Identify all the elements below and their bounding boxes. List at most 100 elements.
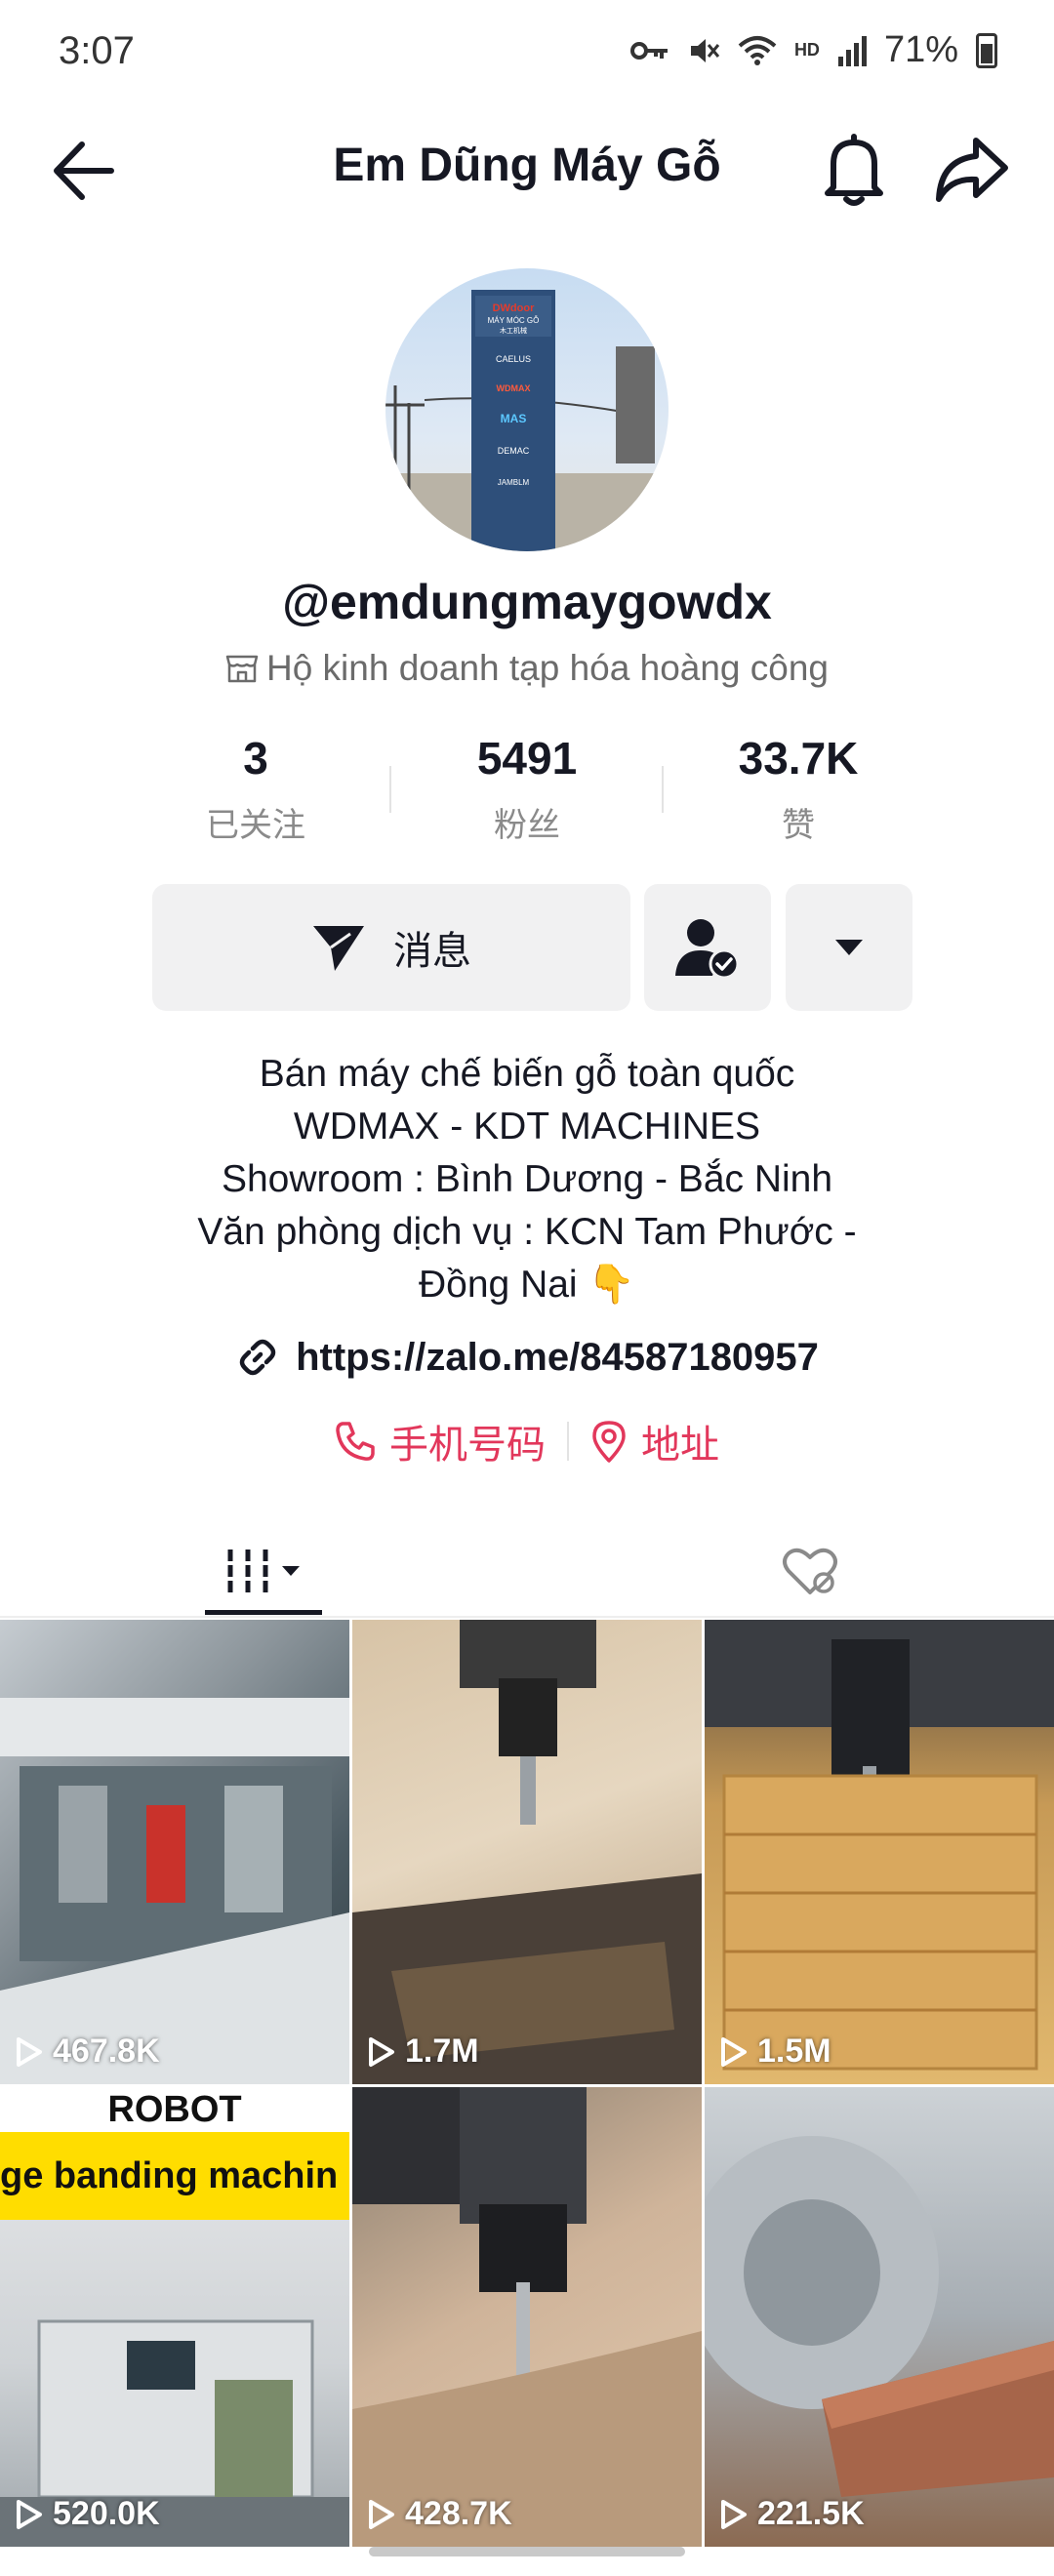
send-icon: [313, 926, 364, 971]
stat-likes-label: 赞: [782, 807, 815, 844]
play-icon: [721, 2036, 747, 2067]
status-time: 3:07: [59, 29, 135, 72]
play-icon: [17, 2499, 42, 2529]
mute-icon: [690, 38, 720, 62]
sign-line1: MÁY MÓC GỖ: [488, 316, 540, 325]
phone-icon: [336, 1422, 375, 1461]
stat-followers-label: 粉丝: [494, 807, 560, 844]
sign-logo-3: MAS: [501, 412, 527, 425]
notification-button[interactable]: [820, 133, 888, 207]
battery-icon: [976, 32, 997, 68]
home-indicator[interactable]: [369, 2547, 685, 2556]
sign-logo-2: WDMAX: [497, 383, 531, 393]
bio-line: Văn phòng dịch vụ : KCN Tam Phước -: [197, 1211, 857, 1253]
sign-logo-4: DEMAC: [498, 446, 530, 456]
view-count-text: 428.7K: [405, 2495, 512, 2532]
stat-followers-value: 5491: [476, 733, 578, 784]
thumbnail-image: [352, 1620, 702, 2084]
stat-following[interactable]: 3 已关注: [139, 732, 373, 846]
view-count: 520.0K: [16, 2495, 160, 2533]
location-pin-icon: [592, 1421, 626, 1463]
play-icon: [369, 2036, 394, 2067]
view-count: 1.7M: [368, 2033, 479, 2071]
stat-likes[interactable]: 33.7K 赞: [681, 732, 915, 846]
profile-link[interactable]: https://zalo.me/84587180957: [0, 1335, 1054, 1380]
message-label: 消息: [393, 930, 471, 973]
view-count: 1.5M: [720, 2033, 831, 2071]
active-tab-indicator: [205, 1610, 322, 1615]
address-label: 地址: [641, 1424, 719, 1467]
username: @emdungmaygowdx: [282, 575, 772, 629]
sign-line2: 木工机械: [500, 326, 527, 335]
view-count-text: 221.5K: [757, 2495, 865, 2532]
business-name: Hộ kinh doanh tạp hóa hoàng công: [265, 648, 830, 688]
view-count-text: 1.7M: [405, 2033, 479, 2070]
video-thumbnail[interactable]: 1.7M: [352, 1620, 702, 2084]
user-check-icon: [675, 919, 740, 980]
more-options-button[interactable]: [786, 884, 912, 1011]
address-link[interactable]: 地址: [590, 1413, 719, 1469]
caret-down-icon: [282, 1566, 300, 1576]
view-count-text: 520.0K: [53, 2495, 160, 2532]
stat-divider: [662, 766, 664, 813]
view-count-text: 1.5M: [757, 2033, 831, 2070]
page-title: Em Dũng Máy Gỗ: [333, 140, 721, 191]
phone-link[interactable]: 手机号码: [335, 1413, 546, 1469]
share-arrow-icon: [936, 138, 1008, 202]
play-icon: [721, 2499, 747, 2529]
thumbnail-image: [352, 2087, 702, 2547]
thumbnail-image: [705, 2136, 1054, 2497]
tab-videos[interactable]: [205, 1522, 322, 1620]
avatar-image: DWdoor MÁY MÓC GỖ 木工机械 CAELUS WDMAX MAS …: [385, 290, 669, 551]
caret-down-icon: [835, 940, 863, 955]
stat-likes-value: 33.7K: [738, 733, 859, 784]
view-count: 221.5K: [720, 2495, 865, 2533]
business-label: Hộ kinh doanh tạp hóa hoàng công: [0, 648, 1054, 689]
bio: Bán máy chế biến gỗ toàn quốc WDMAX - KD…: [59, 1048, 995, 1311]
video-thumbnail[interactable]: ROBOT ge banding machin 520.0K: [0, 2087, 349, 2547]
contact-row: 手机号码 地址: [0, 1413, 1054, 1469]
video-thumbnail[interactable]: 428.7K: [352, 2087, 702, 2547]
view-count-text: 467.8K: [53, 2033, 160, 2070]
message-button[interactable]: 消息: [152, 884, 630, 1011]
shop-icon: [225, 655, 259, 683]
contact-divider: [567, 1422, 569, 1461]
video-thumbnail[interactable]: 467.8K: [0, 1620, 349, 2084]
following-status-button[interactable]: [644, 884, 771, 1011]
link-icon: [239, 1339, 276, 1376]
banner-title: ROBOT: [0, 2087, 349, 2132]
sign-brand: DWdoor: [493, 302, 535, 314]
play-icon: [17, 2036, 42, 2067]
stat-divider: [389, 766, 391, 813]
network-type: HD: [793, 40, 820, 60]
share-button[interactable]: [933, 133, 1011, 207]
tab-border: [0, 1616, 1054, 1618]
grid-icon: [225, 1550, 270, 1592]
bio-line: WDMAX - KDT MACHINES: [293, 1106, 761, 1147]
link-text: https://zalo.me/84587180957: [296, 1335, 819, 1379]
sign-logo-5: JAMBLM: [498, 478, 530, 487]
stat-following-label: 已关注: [206, 807, 305, 844]
battery-percent: 71%: [883, 29, 958, 70]
bell-icon: [825, 134, 883, 206]
signal-icon: [837, 35, 867, 66]
avatar[interactable]: DWdoor MÁY MÓC GỖ 木工机械 CAELUS WDMAX MAS …: [385, 268, 669, 551]
stat-followers[interactable]: 5491 粉丝: [410, 732, 644, 846]
wifi-icon: [738, 35, 777, 65]
video-thumbnail[interactable]: 221.5K: [705, 2087, 1054, 2547]
sign-logo-1: CAELUS: [496, 354, 531, 364]
stat-following-value: 3: [243, 733, 268, 784]
view-count: 467.8K: [16, 2033, 160, 2071]
video-thumbnail[interactable]: 1.5M: [705, 1620, 1054, 2084]
vpn-key-icon: [629, 41, 668, 60]
heart-hidden-icon: [783, 1548, 837, 1594]
bio-line: Showroom : Bình Dương - Bắc Ninh: [221, 1158, 833, 1200]
phone-label: 手机号码: [389, 1424, 546, 1467]
bio-line: Đồng Nai 👇: [419, 1264, 635, 1306]
play-icon: [369, 2499, 394, 2529]
thumbnail-image: [0, 1698, 349, 2084]
tab-liked[interactable]: [751, 1522, 869, 1620]
status-icons: HD 71%: [629, 29, 997, 71]
view-count: 428.7K: [368, 2495, 512, 2533]
banner-subtitle: ge banding machin: [0, 2132, 349, 2220]
